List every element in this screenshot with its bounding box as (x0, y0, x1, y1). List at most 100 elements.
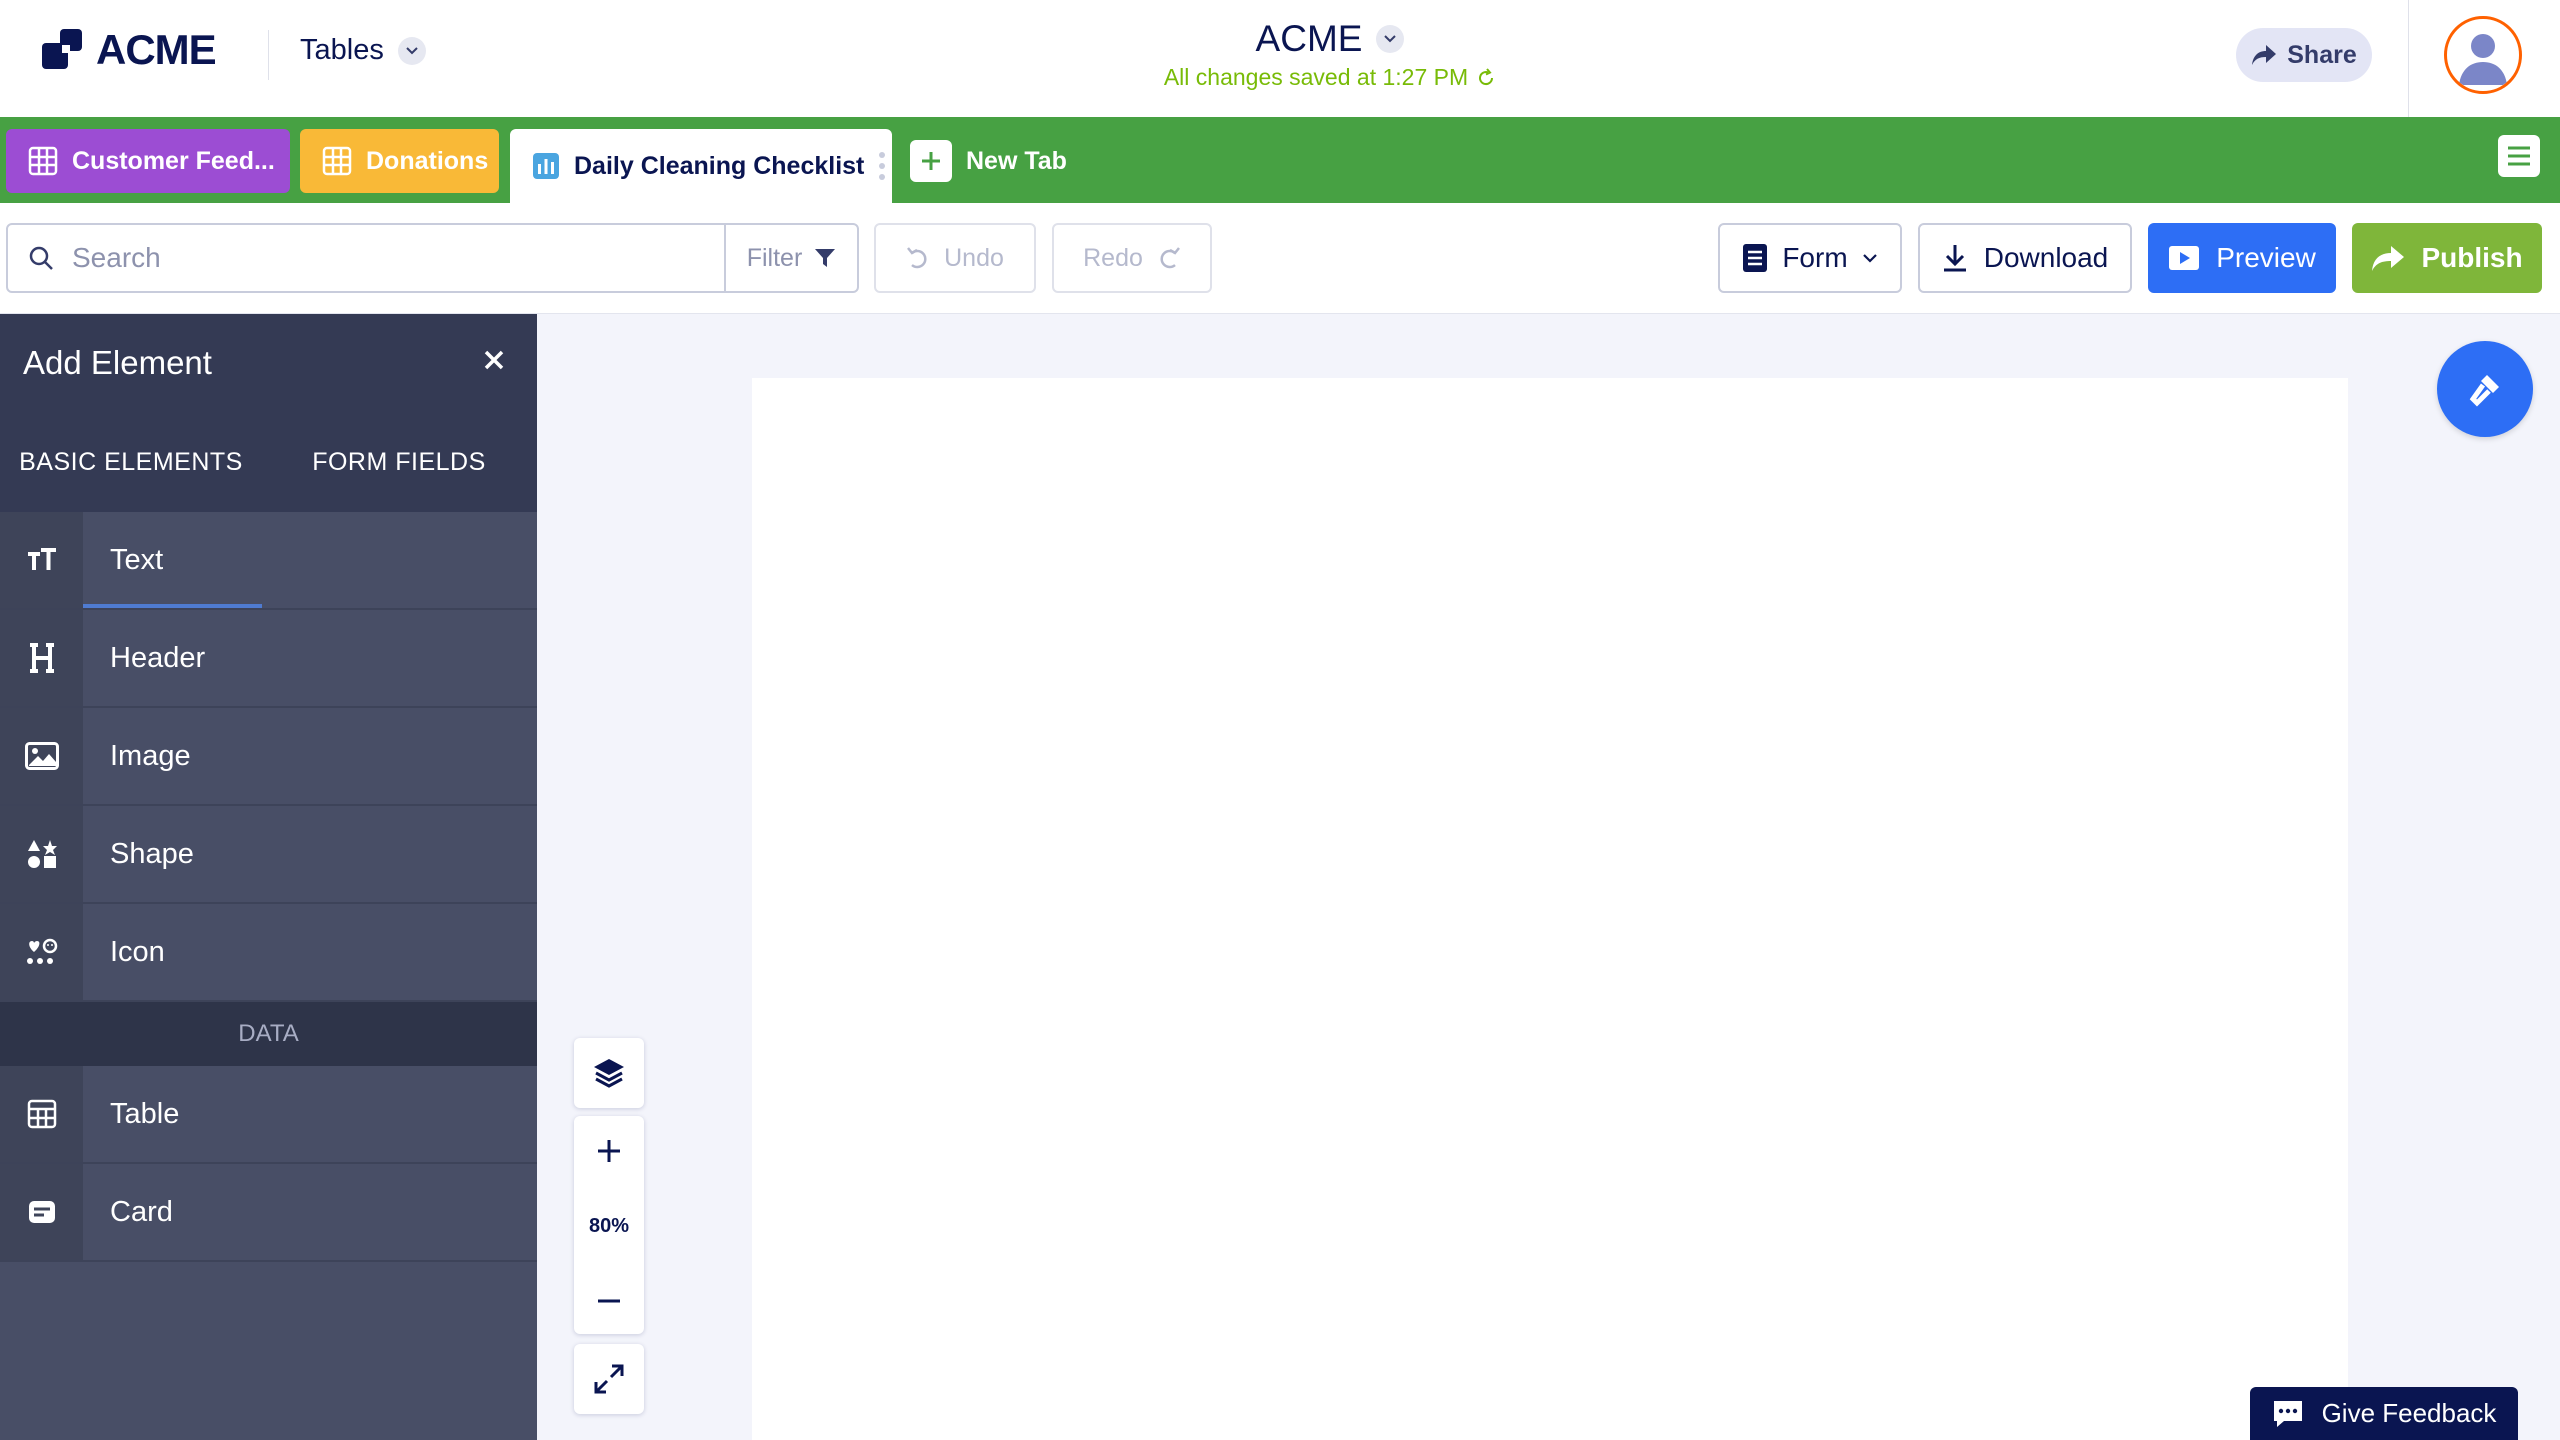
search-icon (29, 246, 53, 270)
app-switcher[interactable]: Tables (300, 34, 426, 67)
publish-arrow-icon (2372, 246, 2405, 271)
report-page-canvas[interactable] (752, 378, 2348, 1440)
undo-label: Undo (944, 243, 1004, 272)
chevron-down-icon (397, 36, 426, 65)
share-button[interactable]: Share (2236, 28, 2372, 82)
download-icon (1943, 245, 1966, 272)
acme-logo[interactable]: ACME (42, 26, 217, 74)
undo-button[interactable]: Undo (874, 223, 1036, 293)
element-table[interactable]: Table (0, 1066, 537, 1164)
share-label: Share (2287, 40, 2357, 69)
tab-customer-feedback[interactable]: Customer Feed... (6, 129, 290, 193)
tab-daily-cleaning-checklist[interactable]: Daily Cleaning Checklist (510, 129, 892, 203)
feedback-icon (2273, 1400, 2302, 1427)
form-icon (1743, 244, 1768, 272)
refresh-icon (1479, 67, 1494, 85)
table-icon (28, 146, 58, 176)
element-shape[interactable]: Shape (0, 806, 537, 904)
chevron-down-icon (1862, 254, 1877, 263)
new-tab-button[interactable]: New Tab (910, 129, 1067, 193)
element-icon[interactable]: Icon (0, 904, 537, 1002)
undo-icon (907, 247, 927, 269)
search-box: Filter (6, 223, 859, 293)
preview-label: Preview (2216, 242, 2316, 273)
add-element-panel: Add Element BASIC ELEMENTS FORM FIELDS T… (0, 314, 537, 1440)
header-divider-right (2408, 0, 2409, 117)
form-selector-button[interactable]: Form (1718, 223, 1902, 293)
element-label: Card (110, 1195, 173, 1228)
panel-header: Add Element (0, 314, 537, 412)
header-icon (0, 610, 83, 706)
redo-label: Redo (1083, 243, 1143, 272)
tab-label: Customer Feed... (72, 146, 275, 175)
app-switcher-label: Tables (300, 34, 384, 66)
user-avatar[interactable] (2444, 16, 2522, 94)
zoom-out-button[interactable] (574, 1270, 644, 1332)
element-card[interactable]: Card (0, 1164, 537, 1262)
header-divider (268, 30, 269, 80)
download-label: Download (1983, 242, 2109, 273)
search-input[interactable] (70, 241, 674, 275)
text-size-icon (0, 512, 83, 608)
element-label: Image (110, 739, 191, 772)
fullscreen-button[interactable] (574, 1344, 644, 1414)
share-arrow-icon (2252, 45, 2277, 65)
close-icon (484, 350, 504, 370)
give-feedback-button[interactable]: Give Feedback (2250, 1387, 2518, 1440)
expand-icon (594, 1364, 624, 1394)
workspace-title-block: ACME All changes saved at 1:27 PM (1100, 18, 1560, 91)
minus-icon (598, 1299, 620, 1303)
redo-icon (1160, 247, 1180, 269)
hamburger-menu-button[interactable] (2498, 135, 2540, 177)
publish-button[interactable]: Publish (2352, 223, 2542, 293)
close-panel-button[interactable] (478, 344, 510, 376)
icons-icon (0, 904, 83, 1000)
tab-bar: Customer Feed... Donations Daily Cleanin… (0, 117, 2560, 203)
element-image[interactable]: Image (0, 708, 537, 806)
play-icon (2169, 246, 2200, 270)
tab-donations[interactable]: Donations (300, 129, 499, 193)
zoom-level: 80% (588, 1214, 630, 1237)
logo-text: ACME (96, 26, 217, 73)
tab-form-fields[interactable]: FORM FIELDS (268, 412, 530, 512)
element-header[interactable]: Header (0, 610, 537, 708)
search-field (8, 225, 726, 291)
element-text[interactable]: Text (0, 512, 537, 610)
layers-button[interactable] (574, 1038, 644, 1108)
user-icon (2459, 34, 2507, 85)
image-icon (0, 708, 83, 804)
filter-button[interactable]: Filter (726, 244, 857, 273)
panel-title: Add Element (23, 344, 212, 381)
toolbar: Filter Undo Redo Form (0, 203, 2560, 314)
filter-label: Filter (746, 243, 803, 272)
element-label: Text (110, 543, 164, 576)
logo-mark-icon (42, 29, 82, 69)
element-label: Header (110, 641, 206, 674)
designer-button[interactable] (2437, 341, 2533, 437)
tab-basic-elements[interactable]: BASIC ELEMENTS (0, 412, 262, 512)
save-status: All changes saved at 1:27 PM (1100, 64, 1560, 91)
redo-button[interactable]: Redo (1052, 223, 1212, 293)
filter-icon (815, 249, 836, 267)
element-label: Table (110, 1097, 180, 1130)
table-icon (0, 1066, 83, 1162)
tab-label: Donations (366, 146, 489, 175)
paint-roller-icon (2469, 375, 2499, 407)
chevron-down-icon (1376, 25, 1405, 53)
feedback-label: Give Feedback (2321, 1398, 2497, 1428)
report-icon (533, 153, 559, 179)
tab-options-icon[interactable] (878, 150, 886, 182)
table-icon (322, 146, 352, 176)
save-status-text: All changes saved at 1:27 PM (1163, 64, 1469, 90)
zoom-in-button[interactable] (574, 1120, 644, 1182)
workspace-title-dropdown[interactable]: ACME (1256, 18, 1405, 60)
preview-button[interactable]: Preview (2148, 223, 2336, 293)
download-button[interactable]: Download (1918, 223, 2132, 293)
panel-tabs: BASIC ELEMENTS FORM FIELDS (0, 412, 537, 610)
new-tab-label: New Tab (966, 146, 1067, 175)
hamburger-icon (2508, 146, 2530, 166)
workspace-title: ACME (1255, 18, 1363, 59)
plus-icon (598, 1140, 620, 1162)
element-label: Icon (110, 935, 165, 968)
top-header: ACME Tables ACME All changes saved at 1:… (0, 0, 2560, 118)
